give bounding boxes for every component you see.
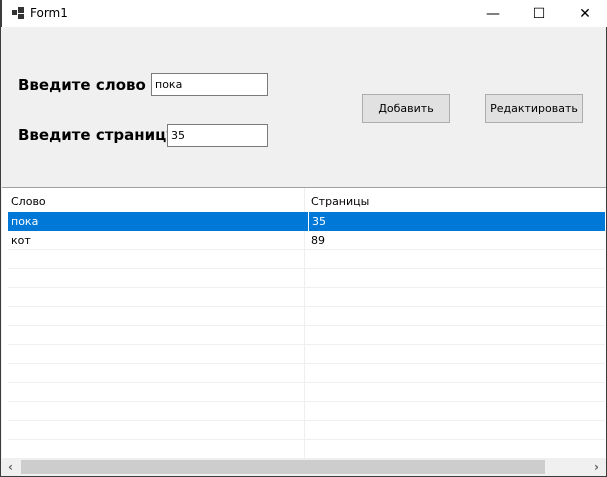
column-header-word[interactable]: Слово [8,195,46,208]
window-title: Form1 [30,6,68,20]
empty-row [8,250,605,269]
data-grid[interactable]: Слово Страницы пока 35 кот 89 [2,187,606,459]
maximize-button[interactable]: ☐ [516,0,562,27]
empty-row [8,364,605,383]
empty-row [8,307,605,326]
scroll-left-icon[interactable]: ‹ [2,458,19,475]
horizontal-scrollbar[interactable]: ‹ › [2,458,606,475]
page-label: Введите страницу [18,126,177,144]
table-row[interactable]: пока 35 [8,212,605,231]
cell-word[interactable]: пока [8,215,38,228]
page-input[interactable]: 35 [167,124,268,147]
minimize-button[interactable]: — [470,0,516,27]
title-bar: Form1 — ☐ ✕ [1,0,607,27]
cell-pages[interactable]: 89 [308,234,325,247]
word-input[interactable]: пока [151,73,268,96]
empty-row [8,383,605,402]
empty-row [8,288,605,307]
empty-row [8,345,605,364]
word-label: Введите слово [18,76,146,94]
edit-button[interactable]: Редактировать [485,94,583,123]
main-window: Form1 — ☐ ✕ Введите слово пока Введите с… [0,0,607,477]
column-header-pages[interactable]: Страницы [308,195,369,208]
empty-row [8,402,605,421]
empty-row [8,421,605,440]
scrollbar-thumb[interactable] [21,460,545,474]
cell-word[interactable]: кот [8,234,31,247]
cell-pages[interactable]: 35 [308,212,326,231]
empty-row [8,326,605,345]
add-button[interactable]: Добавить [362,94,450,123]
close-button[interactable]: ✕ [562,0,607,27]
grid-header: Слово Страницы [8,188,604,212]
empty-row [8,269,605,288]
table-row[interactable]: кот 89 [8,231,605,250]
app-icon [12,7,24,19]
scroll-right-icon[interactable]: › [588,458,605,475]
